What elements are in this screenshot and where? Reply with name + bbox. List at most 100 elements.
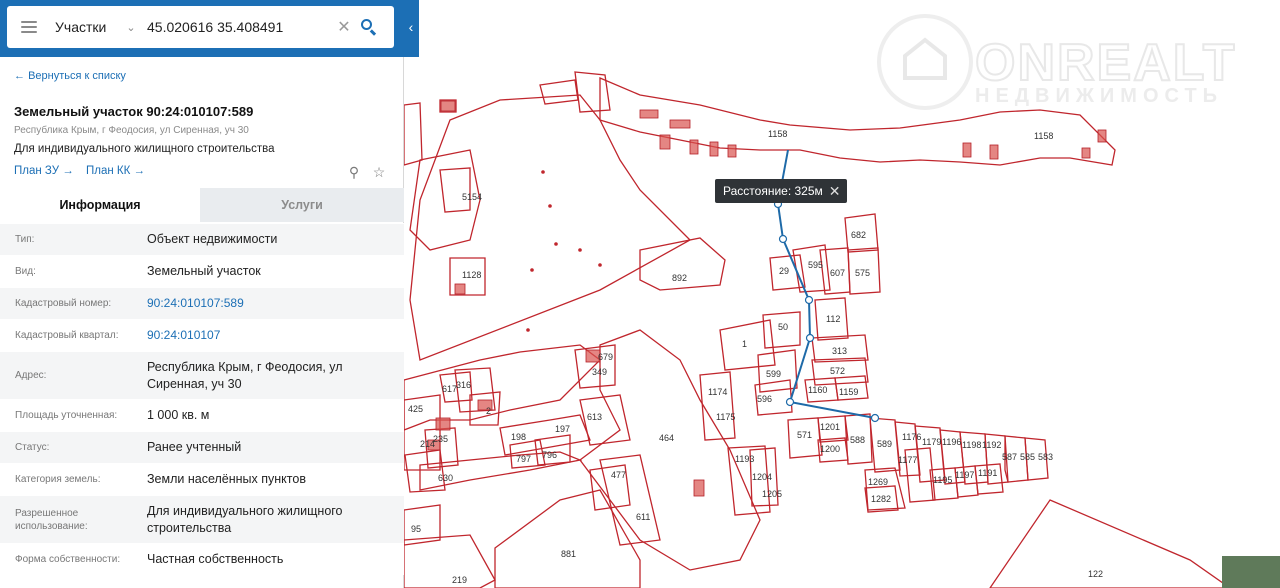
row-label: Категория земель: [15,474,101,485]
parcel-label: 1269 [868,477,888,487]
parcel-label: 588 [850,435,865,445]
parcel-label: 1128 [462,270,481,280]
row-value: Для индивидуального жилищного строительс… [147,503,343,535]
parcel-label: 214 [420,439,435,449]
plan-kk-link[interactable]: План КК → [86,165,145,177]
parcel-label: 1282 [871,494,891,504]
parcel-label: 596 [757,394,772,404]
parcel-label: 1174 [708,387,727,397]
parcel-label: 219 [452,575,467,585]
parcel-label: 613 [587,412,602,422]
search-input[interactable]: 45.020616 35.408491 [147,19,332,35]
parcel-label: 599 [766,369,781,379]
parcel-label: 1159 [839,387,858,397]
parcel-label: 122 [1088,569,1103,579]
table-row: Адрес: Республика Крым, г Феодосия, ул С… [0,351,404,399]
parcel-label: 1176 [902,432,921,442]
search-box: Участки ⌄ 45.020616 35.408491 ✕ [7,6,394,48]
attributes-table: Тип: Объект недвижимости Вид: Земельный … [0,223,404,575]
parcel-label: 679 [598,352,613,362]
cadastral-number-link[interactable]: 90:24:010107:589 [147,295,404,312]
table-row: Разрешенное использование: Для индивидуа… [0,495,404,543]
table-row: Тип: Объект недвижимости [0,223,404,255]
star-icon[interactable]: ☆ [370,163,388,181]
parcel-label: 1197 [955,470,974,480]
cadastral-quarter-link[interactable]: 90:24:010107 [147,327,404,344]
parcel-label: 477 [611,470,626,480]
parcel-label: 313 [832,346,847,356]
search-bar: Участки ⌄ 45.020616 35.408491 ✕ ‹ [0,0,419,57]
search-scope-select[interactable]: Участки [55,19,117,35]
parcel-label: 1201 [820,422,840,432]
chevron-down-icon[interactable]: ⌄ [125,21,137,34]
parcel-label: 198 [511,432,526,442]
tab-info[interactable]: Информация [0,188,200,222]
row-value: Частная собственность [147,552,284,566]
table-row: Вид: Земельный участок [0,255,404,287]
parcel-label: 1200 [820,444,840,454]
distance-tooltip: Расстояние: 325м ✕ [715,179,847,203]
plan-zu-label: План ЗУ [14,165,60,177]
parcel-label: 2 [486,406,491,416]
parcel-label: 50 [778,322,788,332]
table-row: Статус: Ранее учтенный [0,431,404,463]
layer-switch-thumbnail[interactable] [1222,556,1280,588]
parcel-label: 1175 [716,412,735,422]
parcel-label: 29 [779,266,789,276]
plan-zu-link[interactable]: План ЗУ → [14,165,74,177]
row-label: Тип: [15,234,35,245]
parcel-label: 583 [1038,452,1053,462]
parcel-label: 349 [592,367,607,377]
parcel-label: 797 [516,454,531,464]
table-row: Форма собственности: Частная собственнос… [0,543,404,575]
row-value: Ранее учтенный [147,440,242,454]
row-value: Республика Крым, г Феодосия, ул Сиренная… [147,359,343,391]
clear-icon[interactable]: ✕ [337,17,351,37]
search-doc-icon[interactable]: ⚲ [345,163,363,181]
parcel-label: 1204 [752,472,772,482]
close-icon[interactable]: ✕ [829,183,841,200]
parcel-label: 1 [742,339,747,349]
back-to-list-label: Вернуться к списку [28,70,126,82]
collapse-panel-button[interactable]: ‹ [403,6,419,48]
parcel-label: 1179 [922,437,941,447]
parcel-label: 1198 [962,440,981,450]
parcel-label: 607 [830,268,845,278]
parcel-label: 617 [442,384,457,394]
parcel-markers [526,170,602,332]
parcel-label: 1196 [942,437,961,447]
row-label: Адрес: [15,370,47,381]
watermark-text: ONREALT [975,34,1236,92]
menu-icon[interactable] [21,21,37,33]
parcel-label: 235 [433,434,448,444]
parcel-label: 881 [561,549,576,559]
parcel-label: 571 [797,430,812,440]
tab-services[interactable]: Услуги [200,188,404,222]
back-to-list-link[interactable]: ← Вернуться к списку [14,70,126,82]
info-panel: Участки ⌄ 45.020616 35.408491 ✕ ‹ ← Верн… [0,0,419,588]
row-value: Объект недвижимости [147,232,278,246]
parcel-label: 682 [851,230,866,240]
parcel-label: 630 [438,473,453,483]
parcel-label: 1192 [982,440,1001,450]
parcel-label: 1193 [735,454,754,464]
row-label: Площадь уточненная: [15,410,118,421]
row-label: Разрешенное использование: [15,507,88,532]
search-icon[interactable] [359,17,379,37]
table-row: Категория земель: Земли населённых пункт… [0,463,404,495]
parcel-label: 796 [542,450,557,460]
plan-kk-label: План КК [86,165,131,177]
row-label: Кадастровый номер: [15,298,112,309]
parcel-label: 425 [408,404,423,414]
parcel-label: 595 [808,260,823,270]
parcel-label: 464 [659,433,674,443]
parcel-label: 1191 [978,468,997,478]
parcel-label: 589 [877,439,892,449]
parcel-label: 611 [636,512,650,522]
parcel-label: 5154 [462,192,482,202]
table-row: Кадастровый квартал: 90:24:010107 [0,319,404,351]
row-label: Вид: [15,266,36,277]
watermark-subtext: НЕДВИЖИМОСТЬ [975,85,1223,107]
row-value: Земли населённых пунктов [147,472,306,486]
row-label: Статус: [15,442,50,453]
